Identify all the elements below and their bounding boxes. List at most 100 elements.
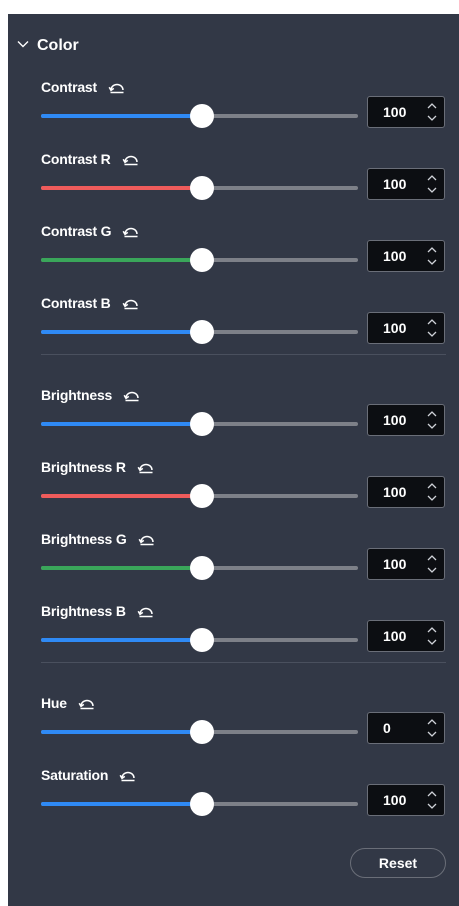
hue-number-input[interactable]: 0 bbox=[367, 712, 445, 744]
section-header[interactable]: Color bbox=[8, 34, 208, 58]
undo-icon[interactable] bbox=[137, 460, 155, 474]
brightness-r-number-input[interactable]: 100 bbox=[367, 476, 445, 508]
slider-fill bbox=[41, 802, 202, 806]
chevron-down-icon[interactable] bbox=[426, 801, 438, 811]
chevron-down-icon[interactable] bbox=[426, 493, 438, 503]
label-line: Brightness B bbox=[41, 602, 155, 620]
contrast-b-value: 100 bbox=[383, 320, 407, 336]
undo-icon[interactable] bbox=[122, 224, 140, 238]
brightness-g-label: Brightness G bbox=[41, 531, 127, 547]
slider-thumb[interactable] bbox=[190, 484, 214, 508]
brightness-g-number-input[interactable]: 100 bbox=[367, 548, 445, 580]
chevron-down-icon[interactable] bbox=[16, 37, 30, 51]
spinner-arrows[interactable] bbox=[426, 317, 438, 339]
control-row-saturation: Saturation 100 bbox=[8, 766, 459, 828]
slider-thumb[interactable] bbox=[190, 720, 214, 744]
slider-thumb[interactable] bbox=[190, 104, 214, 128]
control-row-hue: Hue 0 bbox=[8, 694, 459, 756]
undo-icon[interactable] bbox=[137, 604, 155, 618]
saturation-slider[interactable] bbox=[41, 792, 358, 816]
slider-thumb[interactable] bbox=[190, 556, 214, 580]
undo-icon[interactable] bbox=[138, 532, 156, 546]
contrast-slider[interactable] bbox=[41, 104, 358, 128]
chevron-up-icon[interactable] bbox=[426, 317, 438, 327]
chevron-up-icon[interactable] bbox=[426, 245, 438, 255]
saturation-number-input[interactable]: 100 bbox=[367, 784, 445, 816]
brightness-b-number-input[interactable]: 100 bbox=[367, 620, 445, 652]
control-row-contrast: Contrast 100 bbox=[8, 78, 459, 140]
chevron-up-icon[interactable] bbox=[426, 481, 438, 491]
spinner-arrows[interactable] bbox=[426, 409, 438, 431]
control-row-contrast-g: Contrast G 100 bbox=[8, 222, 459, 284]
undo-icon[interactable] bbox=[122, 152, 140, 166]
label-line: Brightness G bbox=[41, 530, 156, 548]
slider-thumb[interactable] bbox=[190, 248, 214, 272]
contrast-b-label: Contrast B bbox=[41, 295, 111, 311]
undo-icon[interactable] bbox=[78, 696, 96, 710]
slider-thumb[interactable] bbox=[190, 628, 214, 652]
contrast-b-number-input[interactable]: 100 bbox=[367, 312, 445, 344]
spinner-arrows[interactable] bbox=[426, 625, 438, 647]
brightness-r-label: Brightness R bbox=[41, 459, 126, 475]
chevron-down-icon[interactable] bbox=[426, 565, 438, 575]
brightness-b-slider[interactable] bbox=[41, 628, 358, 652]
contrast-g-number-input[interactable]: 100 bbox=[367, 240, 445, 272]
control-row-brightness-r: Brightness R 100 bbox=[8, 458, 459, 520]
spinner-arrows[interactable] bbox=[426, 481, 438, 503]
spinner-arrows[interactable] bbox=[426, 717, 438, 739]
slider-thumb[interactable] bbox=[190, 176, 214, 200]
spinner-arrows[interactable] bbox=[426, 101, 438, 123]
undo-icon[interactable] bbox=[122, 296, 140, 310]
contrast-number-input[interactable]: 100 bbox=[367, 96, 445, 128]
label-line: Brightness R bbox=[41, 458, 155, 476]
slider-fill bbox=[41, 258, 202, 262]
brightness-g-slider[interactable] bbox=[41, 556, 358, 580]
contrast-b-slider[interactable] bbox=[41, 320, 358, 344]
label-line: Contrast B bbox=[41, 294, 140, 312]
undo-icon[interactable] bbox=[108, 80, 126, 94]
chevron-down-icon[interactable] bbox=[426, 637, 438, 647]
spinner-arrows[interactable] bbox=[426, 173, 438, 195]
chevron-down-icon[interactable] bbox=[426, 329, 438, 339]
contrast-g-slider[interactable] bbox=[41, 248, 358, 272]
label-line: Hue bbox=[41, 694, 96, 712]
slider-thumb[interactable] bbox=[190, 792, 214, 816]
section-title: Color bbox=[37, 37, 79, 54]
spinner-arrows[interactable] bbox=[426, 245, 438, 267]
chevron-up-icon[interactable] bbox=[426, 625, 438, 635]
hue-slider[interactable] bbox=[41, 720, 358, 744]
chevron-up-icon[interactable] bbox=[426, 101, 438, 111]
spinner-arrows[interactable] bbox=[426, 553, 438, 575]
control-row-brightness-b: Brightness B 100 bbox=[8, 602, 459, 664]
chevron-up-icon[interactable] bbox=[426, 409, 438, 419]
brightness-r-slider[interactable] bbox=[41, 484, 358, 508]
slider-thumb[interactable] bbox=[190, 320, 214, 344]
spinner-arrows[interactable] bbox=[426, 789, 438, 811]
contrast-value: 100 bbox=[383, 104, 407, 120]
brightness-b-value: 100 bbox=[383, 628, 407, 644]
slider-fill bbox=[41, 638, 202, 642]
undo-icon[interactable] bbox=[119, 768, 137, 782]
brightness-number-input[interactable]: 100 bbox=[367, 404, 445, 436]
chevron-up-icon[interactable] bbox=[426, 789, 438, 799]
chevron-up-icon[interactable] bbox=[426, 553, 438, 563]
contrast-r-number-input[interactable]: 100 bbox=[367, 168, 445, 200]
chevron-down-icon[interactable] bbox=[426, 185, 438, 195]
undo-icon[interactable] bbox=[123, 388, 141, 402]
contrast-r-slider[interactable] bbox=[41, 176, 358, 200]
slider-thumb[interactable] bbox=[190, 412, 214, 436]
saturation-value: 100 bbox=[383, 792, 407, 808]
brightness-slider[interactable] bbox=[41, 412, 358, 436]
chevron-up-icon[interactable] bbox=[426, 717, 438, 727]
slider-fill bbox=[41, 730, 202, 734]
chevron-down-icon[interactable] bbox=[426, 729, 438, 739]
contrast-r-label: Contrast R bbox=[41, 151, 111, 167]
chevron-down-icon[interactable] bbox=[426, 257, 438, 267]
chevron-up-icon[interactable] bbox=[426, 173, 438, 183]
label-line: Brightness bbox=[41, 386, 141, 404]
chevron-down-icon[interactable] bbox=[426, 421, 438, 431]
brightness-b-label: Brightness B bbox=[41, 603, 126, 619]
reset-button[interactable]: Reset bbox=[350, 848, 446, 878]
contrast-g-label: Contrast G bbox=[41, 223, 112, 239]
chevron-down-icon[interactable] bbox=[426, 113, 438, 123]
